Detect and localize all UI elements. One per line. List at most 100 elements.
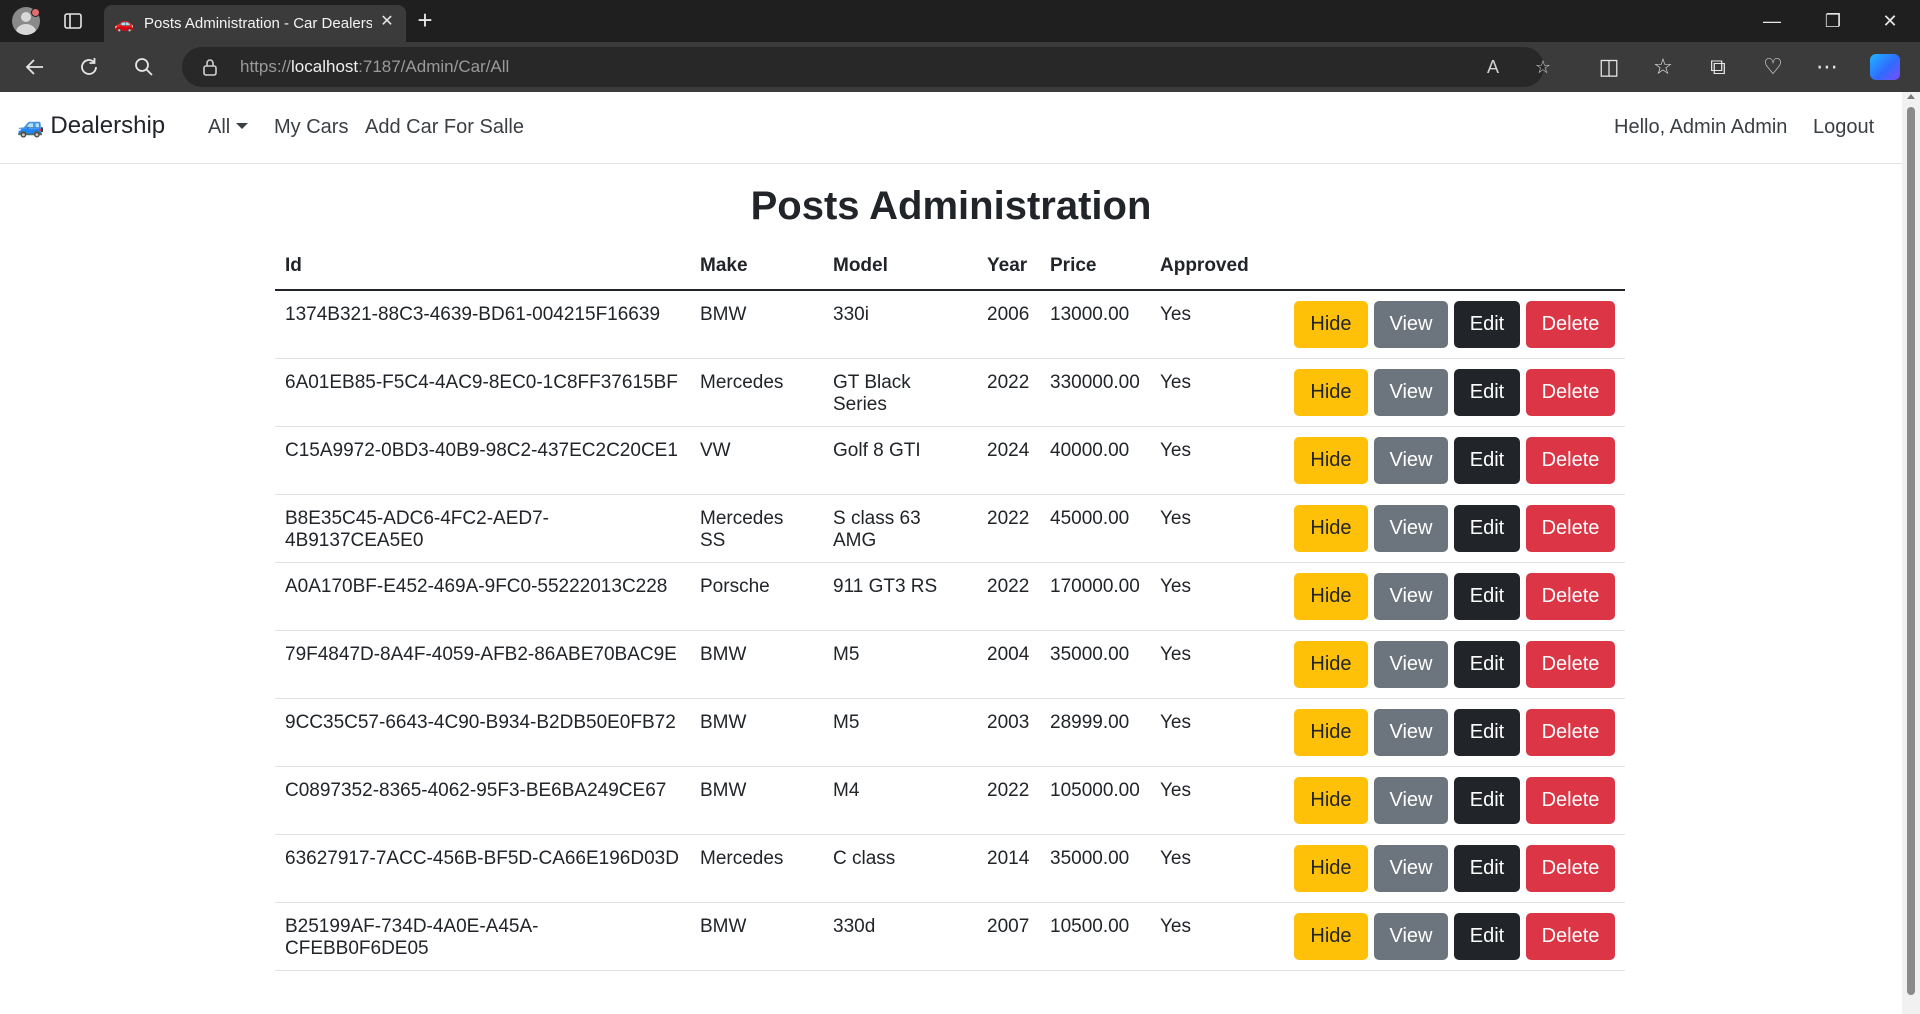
cell-id: 79F4847D-8A4F-4059-AFB2-86ABE70BAC9E [275,630,690,699]
edit-button[interactable]: Edit [1454,708,1520,756]
cell-model: GT Black Series [823,358,977,427]
delete-button[interactable]: Delete [1526,708,1615,756]
view-button[interactable]: View [1374,708,1448,756]
split-screen-icon[interactable]: ◫ [1596,54,1622,80]
delete-button[interactable]: Delete [1526,912,1615,960]
cell-year: 2014 [977,834,1040,903]
browser-essentials-icon[interactable]: ♡ [1760,54,1786,80]
hide-button[interactable]: Hide [1294,436,1368,484]
cell-price: 45000.00 [1040,494,1150,563]
table-header: Id Make Model Year Price Approved [275,242,1625,291]
scroll-up-arrow-icon[interactable] [1907,94,1915,99]
cell-make: BMW [690,630,823,699]
edit-button[interactable]: Edit [1454,301,1520,348]
delete-button[interactable]: Delete [1526,436,1615,484]
hide-button[interactable]: Hide [1294,640,1368,688]
caret-down-icon [236,123,249,129]
view-button[interactable]: View [1374,572,1448,620]
edit-button[interactable]: Edit [1454,912,1520,960]
table-row: C0897352-8365-4062-95F3-BE6BA249CE67 BMW M… [275,766,1625,835]
cell-actions: Hide View Edit Delete [1263,698,1625,767]
hide-button[interactable]: Hide [1294,912,1368,960]
delete-button[interactable]: Delete [1526,572,1615,620]
back-icon[interactable] [22,54,48,80]
close-window-icon[interactable]: ✕ [1878,9,1902,33]
hide-button[interactable]: Hide [1294,504,1368,552]
copilot-icon[interactable] [1870,54,1900,80]
cell-model: S class 63 AMG [823,494,977,563]
url-text[interactable]: https://localhost:7187/Admin/Car/All [240,57,509,77]
delete-button[interactable]: Delete [1526,301,1615,348]
cell-actions: Hide View Edit Delete [1263,426,1625,495]
favorites-icon[interactable]: ☆ [1650,54,1676,80]
car-favicon-icon: 🚗 [114,16,134,33]
hide-button[interactable]: Hide [1294,572,1368,620]
nav-my-cars[interactable]: My Cars [274,116,348,139]
header-year: Year [977,242,1040,291]
cell-year: 2004 [977,630,1040,699]
delete-button[interactable]: Delete [1526,844,1615,892]
lock-icon[interactable] [200,57,220,77]
more-options-icon[interactable]: ⋯ [1814,54,1840,80]
edit-button[interactable]: Edit [1454,436,1520,484]
minimize-icon[interactable]: — [1760,9,1784,33]
cell-price: 10500.00 [1040,902,1150,971]
delete-button[interactable]: Delete [1526,640,1615,688]
view-button[interactable]: View [1374,436,1448,484]
view-button[interactable]: View [1374,844,1448,892]
brand-label: Dealership [50,112,166,139]
cell-actions: Hide View Edit Delete [1263,630,1625,699]
cell-approved: Yes [1150,290,1263,359]
cell-price: 28999.00 [1040,698,1150,767]
new-tab-icon[interactable]: + [412,7,438,34]
read-aloud-icon[interactable]: A [1482,56,1504,78]
cell-make: BMW [690,698,823,767]
edit-button[interactable]: Edit [1454,776,1520,824]
delete-button[interactable]: Delete [1526,504,1615,552]
view-button[interactable]: View [1374,640,1448,688]
edit-button[interactable]: Edit [1454,504,1520,552]
delete-button[interactable]: Delete [1526,776,1615,824]
edit-button[interactable]: Edit [1454,572,1520,620]
table-row: A0A170BF-E452-469A-9FC0-55222013C228 Pors… [275,562,1625,631]
page-scrollbar[interactable] [1902,92,1920,1014]
search-icon[interactable] [131,54,157,80]
view-button[interactable]: View [1374,912,1448,960]
edit-button[interactable]: Edit [1454,844,1520,892]
nav-add-car[interactable]: Add Car For Salle [365,116,524,139]
cell-price: 170000.00 [1040,562,1150,631]
view-button[interactable]: View [1374,504,1448,552]
cell-year: 2007 [977,902,1040,971]
edit-button[interactable]: Edit [1454,640,1520,688]
collections-icon[interactable]: ⧉ [1705,54,1731,80]
refresh-icon[interactable] [76,54,102,80]
hide-button[interactable]: Hide [1294,368,1368,416]
cell-year: 2022 [977,358,1040,427]
page-viewport: 🚙 Dealership All My Cars Add Car For Sall… [0,92,1902,1014]
hide-button[interactable]: Hide [1294,844,1368,892]
nav-all-dropdown[interactable]: All [208,116,249,139]
table-row: C15A9972-0BD3-40B9-98C2-437EC2C20CE1 VW Go… [275,426,1625,495]
logout-link[interactable]: Logout [1813,116,1874,139]
cell-price: 330000.00 [1040,358,1150,427]
cell-actions: Hide View Edit Delete [1263,290,1625,359]
brand-link[interactable]: 🚙 Dealership [17,112,165,140]
restore-icon[interactable]: ❐ [1821,9,1845,33]
favorite-star-icon[interactable]: ☆ [1532,56,1554,78]
edit-button[interactable]: Edit [1454,368,1520,416]
hide-button[interactable]: Hide [1294,776,1368,824]
view-button[interactable]: View [1374,368,1448,416]
scrollbar-thumb[interactable] [1907,107,1915,995]
active-tab[interactable]: 🚗 Posts Administration - Car Dealership … [104,5,406,42]
cell-year: 2024 [977,426,1040,495]
address-bar[interactable]: https://localhost:7187/Admin/Car/All A ☆ [182,47,1551,87]
view-button[interactable]: View [1374,776,1448,824]
hide-button[interactable]: Hide [1294,301,1368,348]
user-greeting[interactable]: Hello, Admin Admin [1614,116,1787,139]
tab-close-icon[interactable]: ✕ [376,11,398,33]
hide-button[interactable]: Hide [1294,708,1368,756]
delete-button[interactable]: Delete [1526,368,1615,416]
view-button[interactable]: View [1374,301,1448,348]
tab-actions-icon[interactable] [62,10,84,32]
browser-tab-strip: 🚗 Posts Administration - Car Dealership … [0,0,1920,42]
